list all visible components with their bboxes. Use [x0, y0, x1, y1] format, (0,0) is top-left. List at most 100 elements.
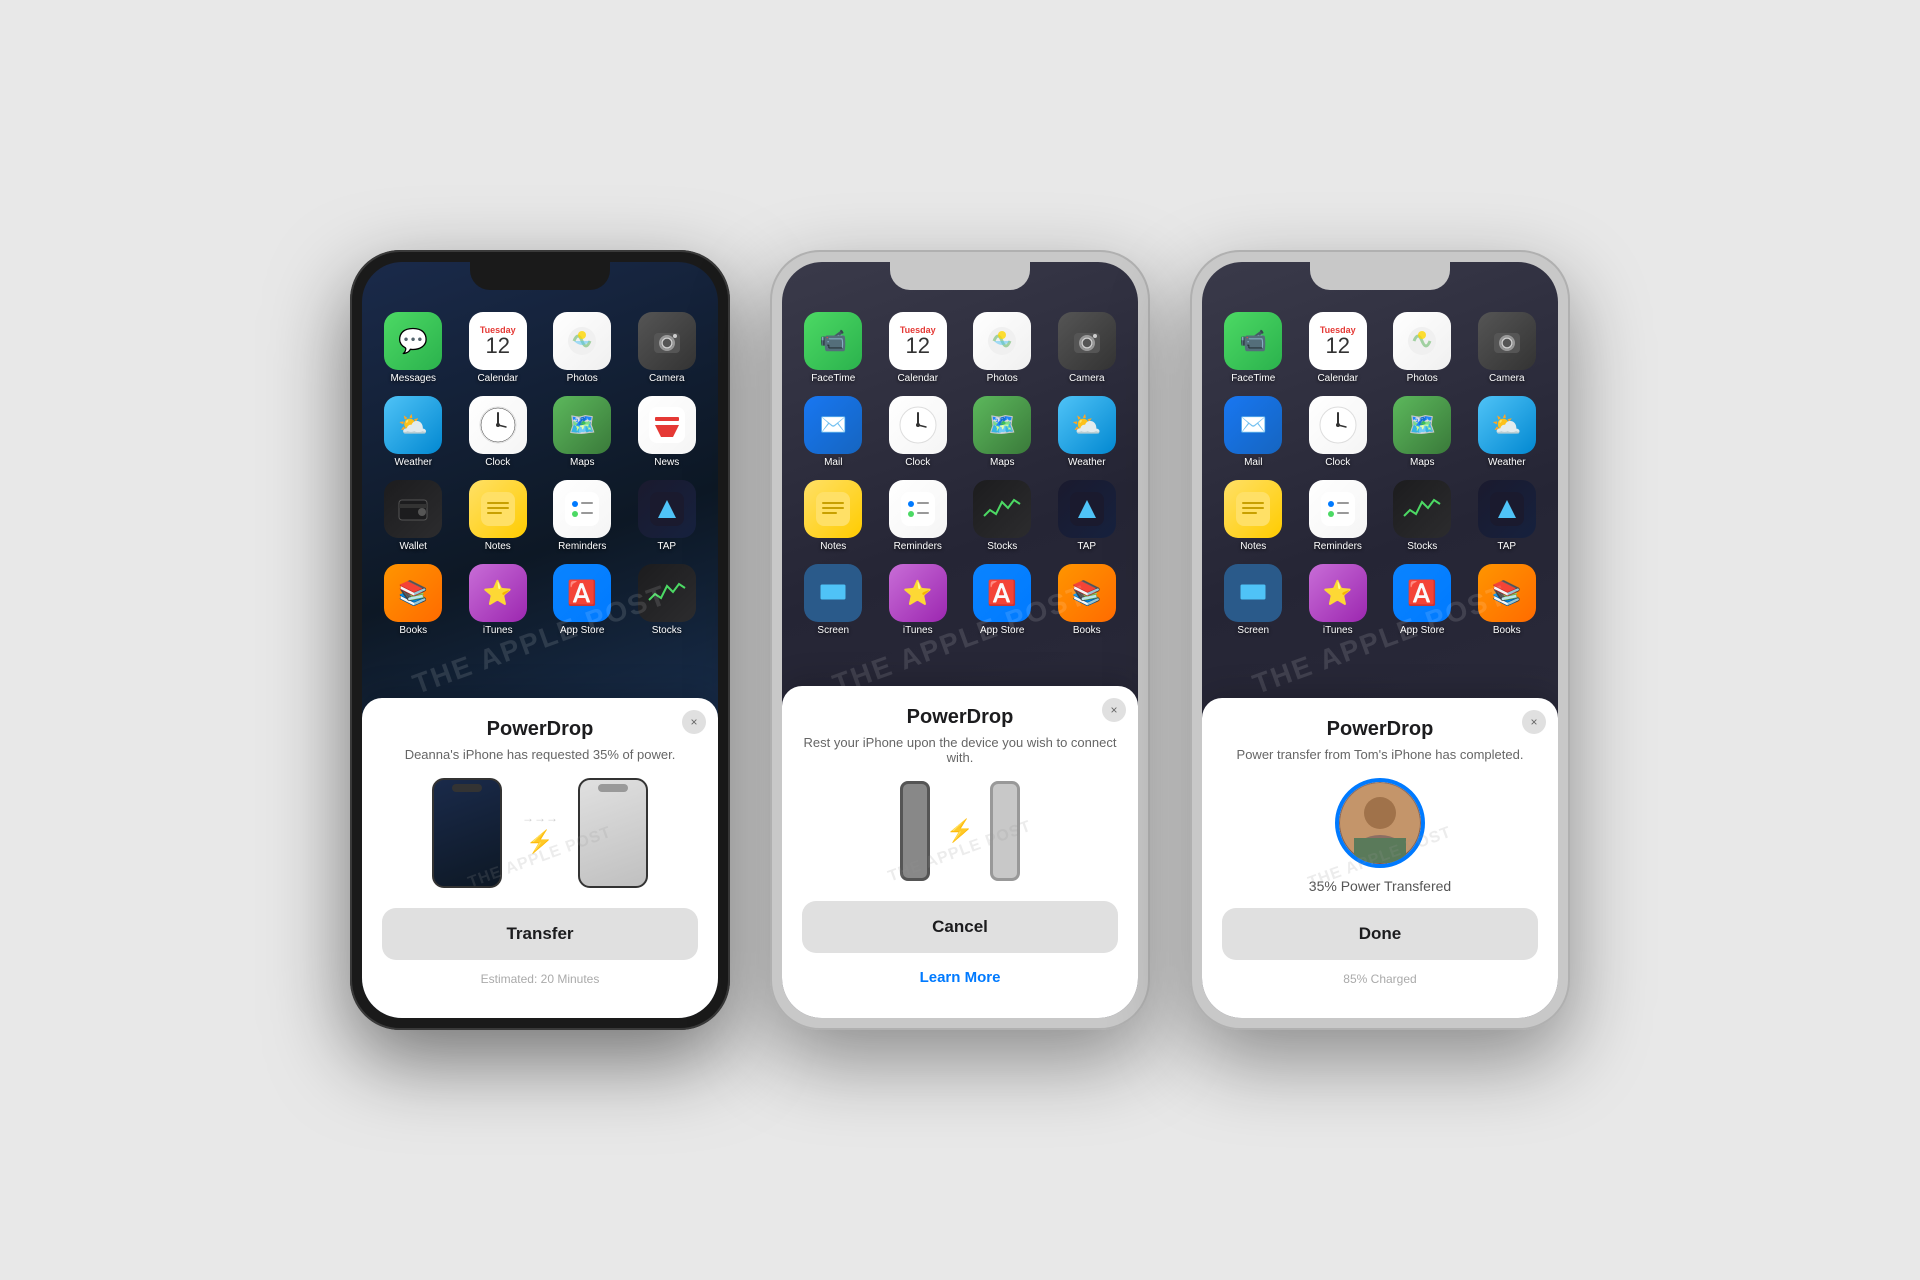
modal-title-3: PowerDrop [1222, 718, 1538, 741]
app-notes-icon [469, 480, 527, 538]
app3-maps[interactable]: 🗺️ Maps [1386, 396, 1459, 468]
app3-maps-icon: 🗺️ [1393, 396, 1451, 454]
app-weather[interactable]: ⛅ Weather [377, 396, 450, 468]
app3-reminders[interactable]: Reminders [1302, 480, 1375, 552]
modal-close-btn-1[interactable]: × [682, 710, 706, 734]
app3-clock[interactable]: Clock [1302, 396, 1375, 468]
app3-camera[interactable]: Camera [1471, 312, 1544, 384]
scan-phone-left [900, 781, 930, 881]
app3-weather[interactable]: ⛅ Weather [1471, 396, 1544, 468]
app2-reminders[interactable]: Reminders [882, 480, 955, 552]
app3-appstore[interactable]: 🅰️ App Store [1386, 564, 1459, 636]
phone-2-screen: THE APPLE POST 📹 FaceTime Tuesday 12 Cal… [782, 262, 1138, 1018]
modal-subtitle-1: Deanna's iPhone has requested 35% of pow… [382, 747, 698, 762]
phone-1: THE APPLE POST 💬 Messages Tuesday 12 Cal… [350, 250, 730, 1030]
done-btn-3[interactable]: Done [1222, 908, 1538, 960]
app3-photos[interactable]: Photos [1386, 312, 1459, 384]
app-tap[interactable]: TAP [631, 480, 704, 552]
app3-mail[interactable]: ✉️ Mail [1217, 396, 1290, 468]
app2-clock[interactable]: Clock [882, 396, 955, 468]
app-reminders[interactable]: Reminders [546, 480, 619, 552]
app2-clock-label: Clock [905, 457, 930, 468]
app3-tap[interactable]: TAP [1471, 480, 1544, 552]
app3-stocks-label: Stocks [1407, 541, 1437, 552]
learn-more-btn-2[interactable]: Learn More [802, 961, 1118, 994]
app3-itunes[interactable]: ⭐ iTunes [1302, 564, 1375, 636]
app-clock[interactable]: Clock [462, 396, 535, 468]
app3-calendar-icon: Tuesday 12 [1309, 312, 1367, 370]
app-books-label: Books [399, 625, 427, 636]
phone-2: THE APPLE POST 📹 FaceTime Tuesday 12 Cal… [770, 250, 1150, 1030]
app2-itunes[interactable]: ⭐ iTunes [882, 564, 955, 636]
app2-itunes-icon: ⭐ [889, 564, 947, 622]
avatar-face-3 [1339, 782, 1421, 864]
app-news-label: News [654, 457, 679, 468]
app3-books[interactable]: 📚 Books [1471, 564, 1544, 636]
app3-reminders-icon [1309, 480, 1367, 538]
app2-camera[interactable]: Camera [1051, 312, 1124, 384]
lightning-indicator-2: ⚡ [946, 818, 973, 844]
modal-close-btn-2[interactable]: × [1102, 698, 1126, 722]
modal-footer-3: 85% Charged [1222, 972, 1538, 986]
app2-notes[interactable]: Notes [797, 480, 870, 552]
app2-weather[interactable]: ⛅ Weather [1051, 396, 1124, 468]
app-maps[interactable]: 🗺️ Maps [546, 396, 619, 468]
app-stocks[interactable]: Stocks [631, 564, 704, 636]
app2-calendar[interactable]: Tuesday 12 Calendar [882, 312, 955, 384]
app2-facetime[interactable]: 📹 FaceTime [797, 312, 870, 384]
app2-reminders-label: Reminders [894, 541, 942, 552]
app-photos[interactable]: Photos [546, 312, 619, 384]
app-itunes-label: iTunes [483, 625, 513, 636]
app3-facetime-icon: 📹 [1224, 312, 1282, 370]
app2-books-label: Books [1073, 625, 1101, 636]
app-weather-label: Weather [394, 457, 432, 468]
app2-maps-label: Maps [990, 457, 1014, 468]
app3-clock-icon [1309, 396, 1367, 454]
modal-footer-1: Estimated: 20 Minutes [382, 972, 698, 986]
app-notes[interactable]: Notes [462, 480, 535, 552]
phone-3-app-grid: 📹 FaceTime Tuesday 12 Calendar Photos [1202, 302, 1558, 646]
app2-screen[interactable]: Screen [797, 564, 870, 636]
app-books[interactable]: 📚 Books [377, 564, 450, 636]
app-photos-icon [553, 312, 611, 370]
app-tap-label: TAP [657, 541, 676, 552]
app-photos-label: Photos [567, 373, 598, 384]
app2-books[interactable]: 📚 Books [1051, 564, 1124, 636]
app2-mail[interactable]: ✉️ Mail [797, 396, 870, 468]
app2-clock-icon [889, 396, 947, 454]
app-appstore[interactable]: 🅰️ App Store [546, 564, 619, 636]
app-clock-label: Clock [485, 457, 510, 468]
app2-photos-label: Photos [987, 373, 1018, 384]
phone-1-app-grid: 💬 Messages Tuesday 12 Calendar Photos [362, 302, 718, 646]
app-messages[interactable]: 💬 Messages [377, 312, 450, 384]
transfer-btn-1[interactable]: Transfer [382, 908, 698, 960]
app2-notes-icon [804, 480, 862, 538]
app-camera[interactable]: Camera [631, 312, 704, 384]
phone-1-screen: THE APPLE POST 💬 Messages Tuesday 12 Cal… [362, 262, 718, 1018]
calendar-date: 12 [486, 335, 510, 357]
app2-appstore-icon: 🅰️ [973, 564, 1031, 622]
app3-facetime[interactable]: 📹 FaceTime [1217, 312, 1290, 384]
modal-close-btn-3[interactable]: × [1522, 710, 1546, 734]
app3-photos-icon [1393, 312, 1451, 370]
app3-calendar[interactable]: Tuesday 12 Calendar [1302, 312, 1375, 384]
app2-stocks-icon [973, 480, 1031, 538]
app-itunes[interactable]: ⭐ iTunes [462, 564, 535, 636]
app-calendar[interactable]: Tuesday 12 Calendar [462, 312, 535, 384]
app2-maps[interactable]: 🗺️ Maps [966, 396, 1039, 468]
user-avatar-3 [1335, 778, 1425, 868]
app2-appstore[interactable]: 🅰️ App Store [966, 564, 1039, 636]
modal-subtitle-2: Rest your iPhone upon the device you wis… [802, 735, 1118, 765]
app-news[interactable]: News [631, 396, 704, 468]
app3-screen[interactable]: Screen [1217, 564, 1290, 636]
app-wallet[interactable]: Wallet [377, 480, 450, 552]
app3-stocks[interactable]: Stocks [1386, 480, 1459, 552]
app2-tap[interactable]: TAP [1051, 480, 1124, 552]
app-calendar-icon: Tuesday 12 [469, 312, 527, 370]
app-reminders-label: Reminders [558, 541, 606, 552]
app2-photos[interactable]: Photos [966, 312, 1039, 384]
powerdrop-modal-3: THE APPLE POST × PowerDrop Power transfe… [1202, 698, 1558, 1018]
cancel-btn-2[interactable]: Cancel [802, 901, 1118, 953]
app3-notes[interactable]: Notes [1217, 480, 1290, 552]
app2-stocks[interactable]: Stocks [966, 480, 1039, 552]
